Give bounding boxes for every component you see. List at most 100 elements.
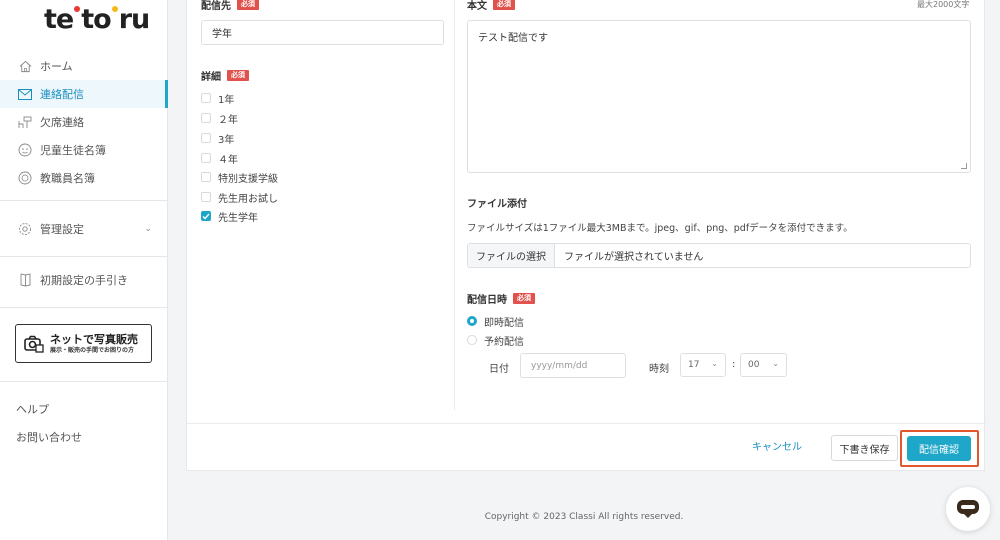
copyright: Copyright © 2023 Classi All rights reser…	[484, 512, 684, 522]
mail-icon	[18, 87, 32, 101]
home-icon	[18, 59, 32, 73]
body-text: テスト配信です	[478, 33, 548, 44]
attachment-label: ファイル添付	[467, 199, 527, 210]
sidebar-item-absence[interactable]: 欠席連絡	[0, 108, 168, 136]
confirm-send-button[interactable]: 配信確認	[907, 436, 971, 461]
sidebar-item-label: 欠席連絡	[40, 116, 84, 129]
check-icon	[202, 213, 210, 220]
logo-text: te	[44, 3, 74, 35]
hour-select[interactable]: 17 ⌄	[680, 353, 726, 377]
confirm-highlight: 配信確認	[900, 430, 979, 467]
sidebar-divider	[0, 256, 168, 257]
recipient-label: 配信先 必須	[201, 0, 259, 12]
chevron-down-icon: ⌄	[711, 359, 718, 368]
sidebar-item-label: 教職員名簿	[40, 172, 95, 185]
promo-subtitle: 展示・販売の手間でお困りの方	[50, 346, 135, 354]
radio-button-selected[interactable]	[467, 316, 477, 326]
sidebar-nav: ホーム 連絡配信 欠席連絡 児童生徒名簿 教職員名簿	[0, 52, 168, 192]
sidebar-item-students[interactable]: 児童生徒名簿	[0, 136, 168, 164]
chat-button[interactable]	[946, 487, 990, 531]
book-icon	[18, 273, 32, 287]
sidebar-item-guide[interactable]: 初期設定の手引き	[0, 266, 168, 294]
file-select-button[interactable]: ファイルの選択	[468, 244, 555, 267]
grade-checkbox-2[interactable]: ２年	[201, 111, 238, 126]
checkbox-label: 3年	[218, 134, 235, 146]
sidebar-item-settings[interactable]: 管理設定 ⌄	[0, 215, 168, 243]
required-badge: 必須	[513, 293, 535, 304]
sidebar-divider	[0, 381, 168, 382]
sidebar-item-label: 児童生徒名簿	[40, 144, 106, 157]
detail-label: 詳細 必須	[201, 68, 249, 83]
hour-value: 17	[688, 360, 700, 370]
attachment-note: ファイルサイズは1ファイル最大3MBまで。jpeg、gif、png、pdfデータ…	[467, 223, 853, 234]
checkbox[interactable]	[201, 93, 211, 103]
required-badge: 必須	[237, 0, 259, 10]
resize-handle-icon[interactable]	[961, 163, 967, 169]
grade-checkbox-teacher[interactable]: 先生学年	[201, 209, 258, 224]
teacher-icon	[18, 171, 32, 185]
date-input[interactable]: yyyy/mm/dd	[520, 353, 626, 378]
minute-select[interactable]: 00 ⌄	[740, 353, 787, 377]
photo-sales-banner[interactable]: ネットで写真販売 展示・販売の手間でお困りの方	[15, 324, 152, 363]
checkbox-checked[interactable]	[201, 211, 211, 221]
sidebar-item-label: 管理設定	[40, 223, 84, 236]
time-colon: :	[732, 359, 736, 370]
checkbox[interactable]	[201, 133, 211, 143]
file-input[interactable]: ファイルの選択 ファイルが選択されていません	[467, 243, 971, 268]
checkbox-label: 先生用お試し	[218, 193, 278, 205]
sidebar-item-label: 連絡配信	[40, 88, 84, 101]
checkbox[interactable]	[201, 113, 211, 123]
grade-checkbox-4[interactable]: ４年	[201, 151, 238, 166]
sidebar-item-label: 初期設定の手引き	[40, 274, 128, 287]
logo-text: to	[81, 3, 111, 35]
body-label-text: 本文	[467, 1, 487, 12]
body-textarea[interactable]: テスト配信です	[467, 20, 971, 173]
radio-immediate[interactable]: 即時配信	[467, 314, 524, 329]
sidebar-divider	[0, 200, 168, 201]
checkbox[interactable]	[201, 192, 211, 202]
recipient-label-text: 配信先	[201, 1, 231, 12]
logo-dot-red	[74, 6, 81, 12]
grade-checkbox-3[interactable]: 3年	[201, 131, 235, 146]
promo-title: ネットで写真販売	[50, 332, 138, 346]
schedule-label-text: 配信日時	[467, 295, 507, 306]
chat-icon	[957, 500, 979, 518]
camera-icon	[24, 334, 44, 354]
detail-label-text: 詳細	[201, 72, 221, 83]
radio-label: 予約配信	[484, 336, 524, 348]
recipient-select[interactable]: 学年	[201, 20, 444, 45]
grade-checkbox-special[interactable]: 特別支援学級	[201, 170, 278, 185]
time-label: 時刻	[649, 364, 669, 375]
sidebar-item-home[interactable]: ホーム	[0, 52, 168, 80]
required-badge: 必須	[227, 70, 249, 81]
promo-text: ネットで写真販売 展示・販売の手間でお困りの方	[50, 333, 138, 355]
body-label: 本文 必須	[467, 0, 515, 12]
cancel-button[interactable]: キャンセル	[752, 438, 802, 453]
contact-link[interactable]: お問い合わせ	[16, 429, 82, 445]
checkbox-label: ４年	[218, 154, 238, 166]
chevron-down-icon: ⌄	[144, 224, 152, 234]
chevron-down-icon: ⌄	[772, 359, 779, 368]
checkbox[interactable]	[201, 153, 211, 163]
sidebar-item-messages[interactable]: 連絡配信	[0, 80, 168, 108]
logo-text: ru	[118, 3, 151, 35]
grade-checkbox-trial[interactable]: 先生用お試し	[201, 190, 278, 205]
help-link[interactable]: ヘルプ	[16, 401, 49, 417]
message-form-card: 配信先 必須 学年 詳細 必須 1年 ２年 3年 ４年 特別支援学級 先生用お試…	[186, 0, 986, 471]
checkbox-label: ２年	[218, 114, 238, 126]
save-draft-button[interactable]: 下書き保存	[831, 435, 898, 461]
logo-dot-yellow	[111, 6, 118, 12]
student-icon	[18, 143, 32, 157]
radio-scheduled[interactable]: 予約配信	[467, 333, 524, 348]
minute-value: 00	[748, 360, 760, 370]
tetoru-logo[interactable]: te to ru	[44, 3, 151, 35]
required-badge: 必須	[493, 0, 515, 10]
recipient-column	[187, 0, 455, 410]
max-chars-note: 最大2000文字	[917, 0, 970, 9]
sidebar-item-teachers[interactable]: 教職員名簿	[0, 164, 168, 192]
radio-button[interactable]	[467, 335, 477, 345]
grade-checkbox-1[interactable]: 1年	[201, 91, 234, 106]
file-status: ファイルが選択されていません	[564, 252, 704, 263]
date-label: 日付	[489, 364, 509, 375]
checkbox[interactable]	[201, 172, 211, 182]
